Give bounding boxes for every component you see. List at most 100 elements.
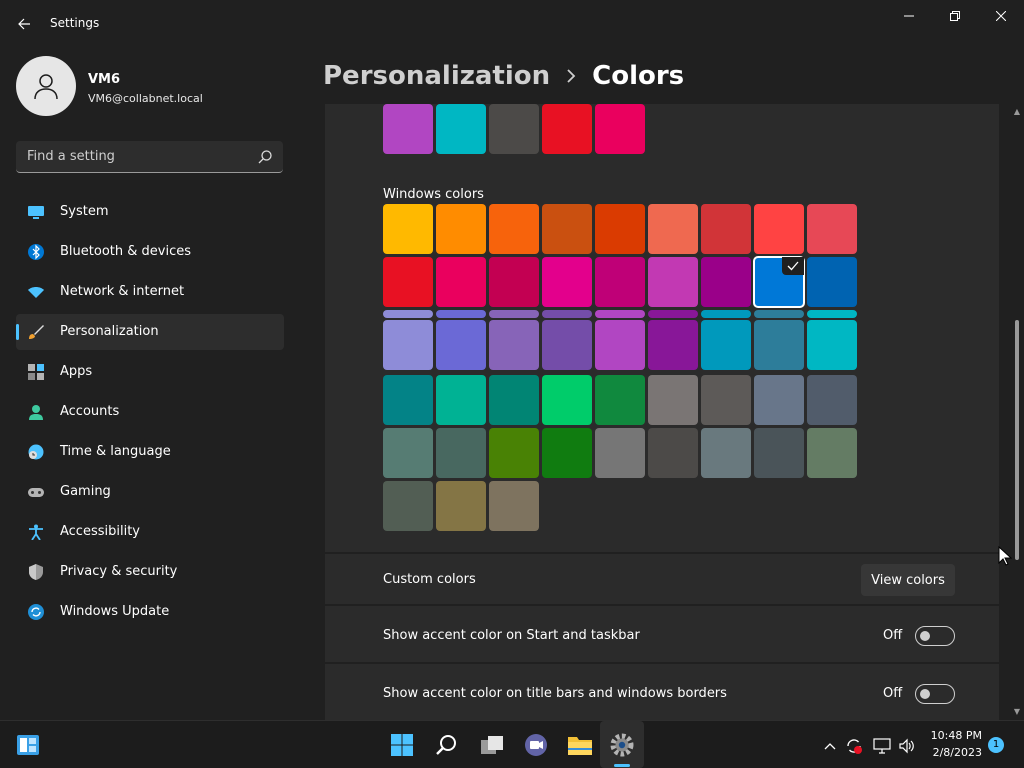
color-swatch[interactable] [754,428,804,478]
sidebar-item-privacy[interactable]: Privacy & security [16,554,284,590]
color-swatch[interactable] [807,257,857,307]
color-swatch[interactable] [701,375,751,425]
color-swatch[interactable] [595,428,645,478]
sidebar-item-bluetooth[interactable]: Bluetooth & devices [16,234,284,270]
minimize-button[interactable] [886,0,932,32]
color-swatch-edge [807,310,857,318]
color-swatch[interactable] [754,204,804,254]
network-tray-button[interactable] [873,737,891,755]
color-swatch-selected[interactable] [753,256,805,308]
color-swatch[interactable] [701,204,751,254]
sync-status-button[interactable] [845,737,863,755]
color-swatch[interactable] [489,481,539,531]
color-swatch[interactable] [436,204,486,254]
color-swatch[interactable] [807,375,857,425]
back-button[interactable] [12,12,36,36]
color-swatch[interactable] [595,257,645,307]
color-swatch[interactable] [542,104,592,154]
close-button[interactable] [978,0,1024,32]
color-swatch[interactable] [542,204,592,254]
color-swatch[interactable] [754,375,804,425]
color-swatch[interactable] [807,204,857,254]
start-button[interactable] [388,731,416,759]
content-scrollbar[interactable]: ▲ ▼ [1012,108,1022,718]
notification-badge[interactable]: 1 [988,737,1004,753]
color-swatch[interactable] [489,104,539,154]
color-swatch[interactable] [542,257,592,307]
windows-colors-label: Windows colors [383,187,484,202]
color-swatch[interactable] [383,204,433,254]
color-swatch[interactable] [648,257,698,307]
search-icon[interactable] [257,149,273,165]
sidebar-item-network[interactable]: Network & internet [16,274,284,310]
color-swatch[interactable] [595,320,645,370]
color-swatch[interactable] [701,428,751,478]
restore-button[interactable] [932,0,978,32]
update-icon [28,604,44,620]
color-swatch[interactable] [595,204,645,254]
clock-date[interactable]: 2/8/2023 [930,746,982,759]
color-swatch[interactable] [807,320,857,370]
color-swatch[interactable] [489,428,539,478]
sidebar-item-time-language[interactable]: Time & language [16,434,284,470]
color-swatch[interactable] [754,320,804,370]
search-box[interactable] [16,141,283,173]
sidebar-item-label: Network & internet [60,284,185,299]
file-explorer-button[interactable] [566,731,594,759]
color-swatch[interactable] [542,320,592,370]
color-swatch[interactable] [436,104,486,154]
sidebar-item-windows-update[interactable]: Windows Update [16,594,284,630]
sidebar-item-accessibility[interactable]: Accessibility [16,514,284,550]
color-swatch[interactable] [648,204,698,254]
windows-logo-icon [391,734,413,756]
color-swatch[interactable] [489,204,539,254]
search-taskbar-button[interactable] [433,731,461,759]
clock-time[interactable]: 10:48 PM [930,729,982,742]
chat-button[interactable] [522,731,550,759]
color-swatch[interactable] [648,375,698,425]
scroll-thumb[interactable] [1015,320,1019,560]
sidebar-item-gaming[interactable]: Gaming [16,474,284,510]
color-swatch[interactable] [542,375,592,425]
view-colors-button[interactable]: View colors [861,564,955,596]
color-swatch[interactable] [383,428,433,478]
color-swatch[interactable] [489,257,539,307]
sidebar-item-apps[interactable]: Apps [16,354,284,390]
color-swatch[interactable] [595,375,645,425]
sidebar-item-accounts[interactable]: Accounts [16,394,284,430]
scroll-down-icon[interactable]: ▼ [1013,708,1021,716]
mouse-cursor-icon [998,546,1012,566]
color-swatch[interactable] [436,375,486,425]
color-swatch[interactable] [436,320,486,370]
color-swatch[interactable] [436,481,486,531]
color-swatch[interactable] [595,104,645,154]
color-swatch[interactable] [542,428,592,478]
color-swatch[interactable] [436,257,486,307]
breadcrumb-parent[interactable]: Personalization [323,61,550,91]
volume-tray-button[interactable] [898,737,916,755]
color-swatch[interactable] [807,428,857,478]
color-swatch[interactable] [436,428,486,478]
color-swatch[interactable] [489,320,539,370]
color-swatch[interactable] [383,375,433,425]
color-swatch[interactable] [383,481,433,531]
color-swatch[interactable] [489,375,539,425]
color-swatch[interactable] [701,320,751,370]
color-swatch[interactable] [648,428,698,478]
sidebar-item-system[interactable]: System [16,194,284,230]
accent-start-taskbar-toggle[interactable] [915,626,955,646]
color-swatch[interactable] [383,257,433,307]
task-view-button[interactable] [478,731,506,759]
color-swatch[interactable] [383,104,433,154]
accent-titlebars-toggle[interactable] [915,684,955,704]
show-hidden-icons-button[interactable] [821,737,839,755]
color-swatch[interactable] [383,320,433,370]
color-swatch[interactable] [701,257,751,307]
search-input[interactable] [16,141,246,171]
person-icon [34,74,58,100]
color-swatch[interactable] [648,320,698,370]
widgets-button[interactable] [14,731,42,759]
scroll-up-icon[interactable]: ▲ [1013,108,1021,116]
settings-taskbar-button[interactable] [608,731,636,759]
sidebar-item-personalization[interactable]: Personalization [16,314,284,350]
